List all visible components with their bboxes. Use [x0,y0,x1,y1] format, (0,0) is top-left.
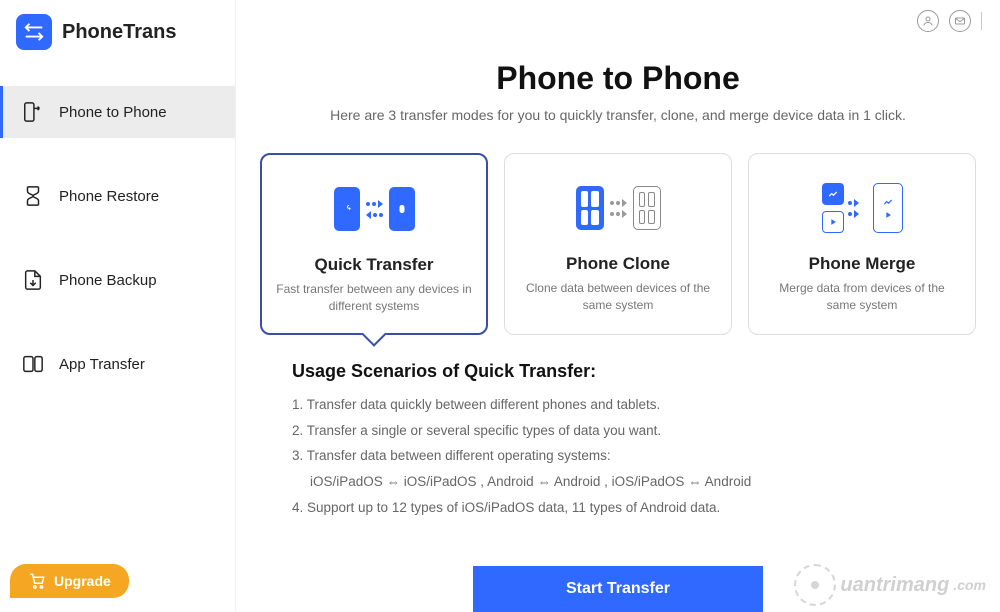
sidebar-item-phone-restore[interactable]: Phone Restore [0,170,235,222]
page-title: Phone to Phone [260,60,976,97]
scenario-line: 3. Transfer data between different opera… [292,443,956,469]
watermark: uantrimang .com [794,564,986,606]
card-title: Quick Transfer [314,255,433,275]
mode-cards: Quick Transfer Fast transfer between any… [260,153,976,335]
scenario-line: 1. Transfer data quickly between differe… [292,392,956,418]
start-transfer-button[interactable]: Start Transfer [473,566,763,612]
card-phone-merge[interactable]: Phone Merge Merge data from devices of t… [748,153,976,335]
phone-to-phone-icon [21,100,45,124]
upgrade-button[interactable]: Upgrade [10,564,129,598]
scenario-line: iOS/iPadOS ⇔ iOS/iPadOS , Android ⇔ Andr… [292,469,956,495]
app-transfer-icon [21,352,45,376]
sidebar-item-phone-backup[interactable]: Phone Backup [0,254,235,306]
phone-clone-icon [576,178,661,238]
phone-backup-icon [21,268,45,292]
mail-icon[interactable] [949,10,971,32]
watermark-gear-icon [794,564,836,606]
brand-name: PhoneTrans [62,21,176,44]
card-title: Phone Clone [566,254,670,274]
card-phone-clone[interactable]: Phone Clone Clone data between devices o… [504,153,732,335]
brand-logo-icon [16,14,52,50]
card-desc: Merge data from devices of the same syst… [759,280,965,314]
card-title: Phone Merge [809,254,916,274]
start-transfer-label: Start Transfer [566,580,670,598]
sidebar-item-label: Phone to Phone [59,104,167,121]
topbar-divider [981,12,982,30]
scenario-line: 4. Support up to 12 types of iOS/iPadOS … [292,495,956,521]
page-subtitle: Here are 3 transfer modes for you to qui… [260,107,976,123]
upgrade-label: Upgrade [54,573,111,589]
main: Phone to Phone Here are 3 transfer modes… [236,0,1000,612]
sidebar-item-label: Phone Restore [59,188,159,205]
brand: PhoneTrans [0,0,235,68]
cart-icon [28,572,46,590]
scenarios: Usage Scenarios of Quick Transfer: 1. Tr… [260,361,976,520]
sidebar-item-label: App Transfer [59,356,145,373]
phone-merge-icon [822,178,903,238]
account-icon[interactable] [917,10,939,32]
topbar [917,10,982,32]
card-desc: Fast transfer between any devices in dif… [272,281,476,315]
scenarios-heading: Usage Scenarios of Quick Transfer: [292,361,956,382]
sidebar-item-phone-to-phone[interactable]: Phone to Phone [0,86,235,138]
sidebar: PhoneTrans Phone to Phone Phone Restore … [0,0,236,612]
card-quick-transfer[interactable]: Quick Transfer Fast transfer between any… [260,153,488,335]
sidebar-item-label: Phone Backup [59,272,157,289]
phone-restore-icon [21,184,45,208]
nav: Phone to Phone Phone Restore Phone Backu… [0,86,235,390]
quick-transfer-icon [334,179,415,239]
scenario-line: 2. Transfer a single or several specific… [292,418,956,444]
card-desc: Clone data between devices of the same s… [515,280,721,314]
sidebar-item-app-transfer[interactable]: App Transfer [0,338,235,390]
